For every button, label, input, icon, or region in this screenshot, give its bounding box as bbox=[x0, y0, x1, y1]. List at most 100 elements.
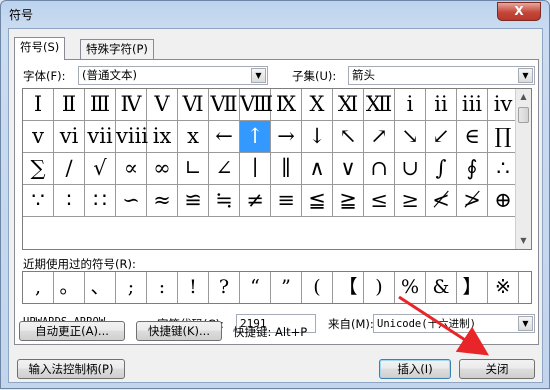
subset-select[interactable]: 箭头 ▼ bbox=[348, 66, 535, 85]
recent-symbol-cell[interactable]: & bbox=[426, 272, 457, 303]
recent-symbol-cell[interactable]: ? bbox=[209, 272, 240, 303]
symbol-cell[interactable]: ↓ bbox=[302, 121, 333, 153]
symbol-cell[interactable]: Ⅲ bbox=[85, 89, 116, 121]
chevron-down-icon[interactable]: ▼ bbox=[251, 68, 266, 83]
symbol-cell[interactable]: ← bbox=[209, 121, 240, 153]
shortcut-key-button[interactable]: 快捷键(K)... bbox=[136, 321, 222, 341]
symbol-cell[interactable]: ∑ bbox=[23, 153, 54, 185]
recent-symbol-cell[interactable]: 、 bbox=[85, 272, 116, 303]
symbol-cell[interactable]: ∩ bbox=[364, 153, 395, 185]
symbol-cell[interactable]: ∝ bbox=[116, 153, 147, 185]
symbol-cell[interactable]: ≧ bbox=[333, 185, 364, 217]
symbol-cell[interactable]: ≡ bbox=[271, 185, 302, 217]
symbol-cell[interactable]: ∫ bbox=[426, 153, 457, 185]
symbol-cell[interactable]: ⅶ bbox=[85, 121, 116, 153]
symbol-cell[interactable]: ≤ bbox=[364, 185, 395, 217]
symbol-cell[interactable]: Ⅺ bbox=[333, 89, 364, 121]
recent-symbol-cell[interactable]: ( bbox=[302, 272, 333, 303]
symbol-cell[interactable]: Ⅴ bbox=[147, 89, 178, 121]
tab-special-characters[interactable]: 特殊字符(P) bbox=[80, 39, 154, 59]
symbol-cell[interactable]: ⅰ bbox=[395, 89, 426, 121]
symbol-cell[interactable]: ⅴ bbox=[23, 121, 54, 153]
symbol-cell[interactable]: ⅲ bbox=[457, 89, 488, 121]
symbol-cell[interactable]: Ⅳ bbox=[116, 89, 147, 121]
symbol-cell[interactable]: ⅱ bbox=[426, 89, 457, 121]
symbol-cell[interactable]: ∣ bbox=[240, 153, 271, 185]
recent-symbol-cell[interactable]: ” bbox=[271, 272, 302, 303]
symbol-cell[interactable]: ∪ bbox=[395, 153, 426, 185]
font-select[interactable]: (普通文本) ▼ bbox=[78, 66, 268, 85]
symbol-cell[interactable]: Ⅷ bbox=[240, 89, 273, 121]
symbol-cell[interactable]: ≒ bbox=[209, 185, 240, 217]
symbol-cell[interactable]: ⅵ bbox=[54, 121, 85, 153]
subset-select-value: 箭头 bbox=[352, 68, 375, 82]
symbol-cell[interactable]: ≌ bbox=[178, 185, 209, 217]
symbol-cell[interactable]: ∞ bbox=[147, 153, 178, 185]
symbol-cell[interactable]: ≠ bbox=[240, 185, 271, 217]
recent-symbols-row: ,。、;:!? “”(【)% &】 ※ bbox=[22, 271, 532, 304]
symbol-cell[interactable]: ∕ bbox=[54, 153, 85, 185]
symbol-cell[interactable]: ↘ bbox=[395, 121, 426, 153]
recent-symbol-cell[interactable]: , bbox=[23, 272, 54, 303]
symbol-cell[interactable]: ↗ bbox=[364, 121, 395, 153]
recent-symbol-cell[interactable]: : bbox=[147, 272, 178, 303]
symbol-cell[interactable]: ⅹ bbox=[178, 121, 209, 153]
scroll-up-icon[interactable]: ▲ bbox=[516, 89, 531, 105]
close-button[interactable]: 关闭 bbox=[459, 359, 535, 379]
symbol-cell[interactable]: Ⅶ bbox=[209, 89, 240, 121]
recent-symbol-cell[interactable]: ) bbox=[364, 272, 395, 303]
autocorrect-button[interactable]: 自动更正(A)... bbox=[19, 321, 125, 341]
symbol-cell[interactable]: ∠ bbox=[209, 153, 240, 185]
symbol-cell[interactable]: ↙ bbox=[426, 121, 457, 153]
symbol-cell[interactable]: → bbox=[271, 121, 302, 153]
window-title: 符号 bbox=[9, 8, 34, 22]
from-select[interactable]: Unicode(十六进制) ▼ bbox=[373, 314, 535, 333]
symbol-cell[interactable]: Ⅸ bbox=[271, 89, 302, 121]
recent-symbols-label: 近期使用过的符号(R): bbox=[23, 257, 136, 271]
symbol-cell[interactable]: ≮ bbox=[426, 185, 457, 217]
subset-label: 子集(U): bbox=[292, 69, 337, 83]
scroll-down-icon[interactable]: ▼ bbox=[516, 233, 531, 249]
shortcut-key-text: 快捷键: Alt+P bbox=[233, 325, 308, 339]
symbol-cell[interactable]: ≦ bbox=[302, 185, 333, 217]
symbol-cell[interactable]: ∮ bbox=[457, 153, 488, 185]
symbol-cell[interactable]: ≥ bbox=[395, 185, 426, 217]
recent-symbol-cell[interactable]: “ bbox=[240, 272, 271, 303]
symbol-cell[interactable]: ∵ bbox=[23, 185, 54, 217]
recent-symbol-cell[interactable]: 】 bbox=[457, 272, 488, 303]
window-close-button[interactable]: X bbox=[497, 2, 541, 21]
symbol-cell[interactable]: ↑ bbox=[240, 121, 271, 153]
symbol-cell[interactable]: ≯ bbox=[457, 185, 488, 217]
scroll-thumb[interactable] bbox=[518, 107, 529, 123]
recent-symbol-cell[interactable]: ! bbox=[178, 272, 209, 303]
ime-control-button[interactable]: 输入法控制柄(P) bbox=[17, 359, 125, 379]
recent-symbol-cell[interactable]: 。 bbox=[54, 272, 85, 303]
symbol-grid-scrollbar[interactable]: ▲ ▼ bbox=[515, 89, 531, 249]
symbol-cell[interactable]: ∈ bbox=[457, 121, 488, 153]
symbol-cell[interactable]: ∟ bbox=[178, 153, 209, 185]
symbol-cell[interactable]: Ⅻ bbox=[364, 89, 395, 121]
tab-symbols[interactable]: 符号(S) bbox=[14, 37, 66, 60]
chevron-down-icon[interactable]: ▼ bbox=[518, 316, 533, 331]
recent-symbol-cell[interactable]: % bbox=[395, 272, 426, 303]
symbol-cell[interactable]: ⅷ bbox=[116, 121, 148, 153]
symbol-cell[interactable]: ↖ bbox=[333, 121, 364, 153]
recent-symbol-cell[interactable]: ; bbox=[116, 272, 147, 303]
symbol-cell[interactable]: Ⅱ bbox=[54, 89, 85, 121]
insert-button[interactable]: 插入(I) bbox=[379, 359, 451, 379]
symbol-cell[interactable]: ∷ bbox=[85, 185, 116, 217]
recent-symbol-cell[interactable]: 【 bbox=[333, 272, 364, 303]
symbol-cell[interactable]: Ⅹ bbox=[302, 89, 333, 121]
symbol-cell[interactable]: Ⅵ bbox=[178, 89, 209, 121]
chevron-down-icon[interactable]: ▼ bbox=[518, 68, 533, 83]
symbol-cell[interactable]: ≈ bbox=[147, 185, 178, 217]
recent-symbol-cell[interactable]: ※ bbox=[488, 272, 519, 303]
symbol-cell[interactable]: ∽ bbox=[116, 185, 147, 217]
symbol-cell[interactable]: ∥ bbox=[271, 153, 302, 185]
symbol-cell[interactable]: ∨ bbox=[333, 153, 364, 185]
symbol-cell[interactable]: Ⅰ bbox=[23, 89, 54, 121]
symbol-cell[interactable]: √ bbox=[85, 153, 116, 185]
symbol-cell[interactable]: ∶ bbox=[54, 185, 85, 217]
symbol-cell[interactable]: ⅸ bbox=[147, 121, 178, 153]
symbol-cell[interactable]: ∧ bbox=[302, 153, 333, 185]
